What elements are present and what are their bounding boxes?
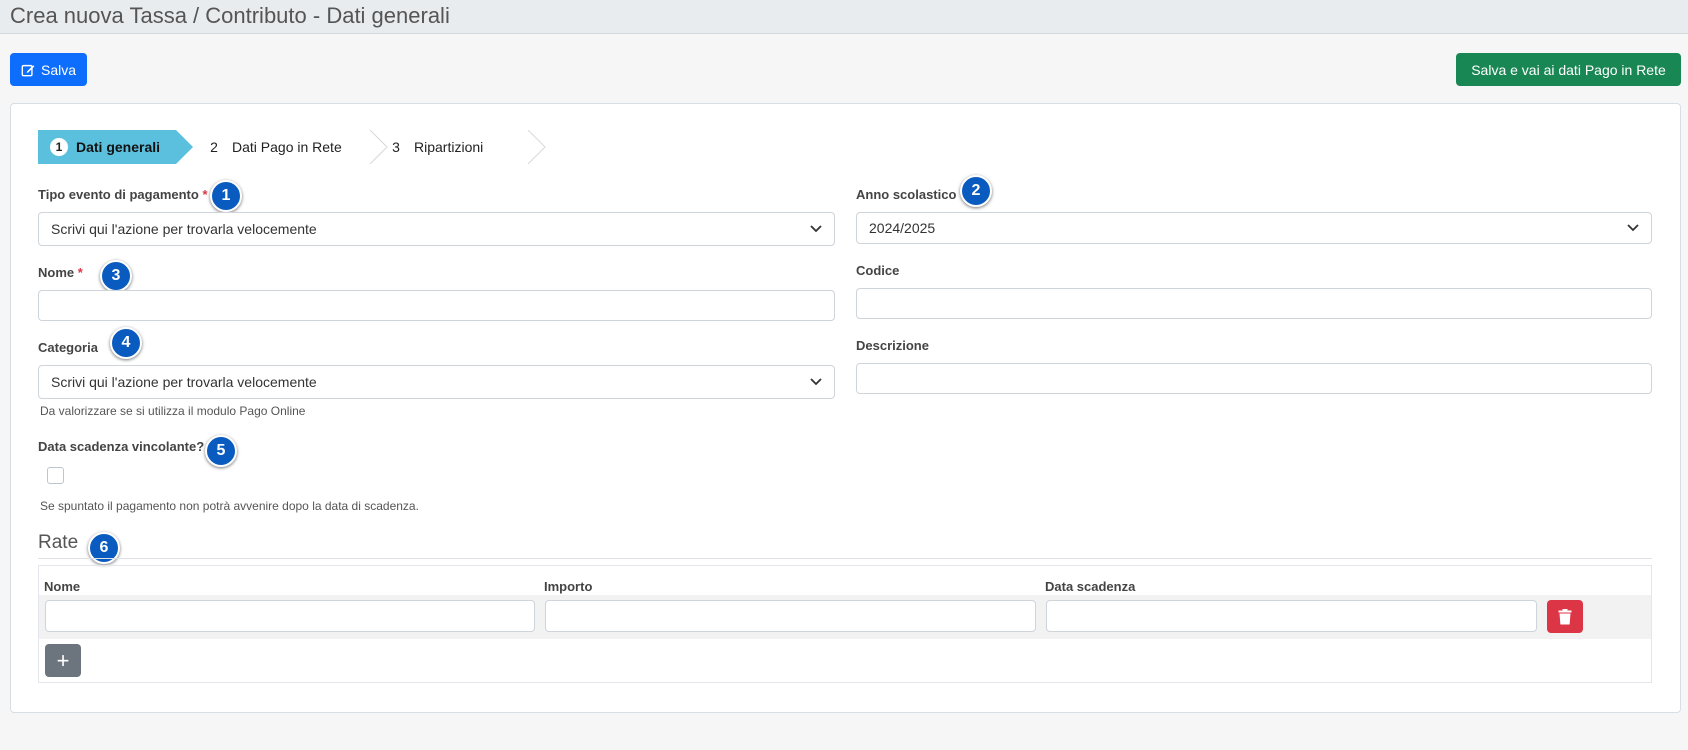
data-scadenza-vincolante-checkbox[interactable] bbox=[47, 467, 64, 484]
chevron-down-icon bbox=[1627, 224, 1639, 232]
save-button-label: Salva bbox=[40, 61, 77, 78]
anno-scolastico-label: Anno scolastico bbox=[856, 187, 957, 202]
save-and-go-pago-in-rete-button[interactable]: Salva e vai ai dati Pago in Rete bbox=[1456, 53, 1681, 86]
codice-label: Codice bbox=[856, 263, 900, 278]
step-label: Ripartizioni bbox=[414, 139, 484, 155]
step-arrow bbox=[176, 130, 193, 164]
categoria-label: Categoria bbox=[38, 340, 98, 355]
wizard-step-dati-generali[interactable]: 1 Dati generali bbox=[38, 130, 176, 164]
categoria-select[interactable]: Scrivi qui l'azione per trovarla velocem… bbox=[38, 365, 835, 399]
descrizione-input[interactable] bbox=[856, 363, 1652, 394]
step-number: 2 bbox=[210, 139, 218, 155]
step-label: Dati Pago in Rete bbox=[232, 139, 342, 155]
column-header-data-scadenza: Data scadenza bbox=[1045, 579, 1136, 594]
callout-badge-3: 3 bbox=[100, 260, 132, 292]
rate-section-title: Rate bbox=[38, 532, 79, 553]
wizard-step-dati-pago-in-rete[interactable]: 2 Dati Pago in Rete bbox=[200, 130, 380, 164]
edit-icon bbox=[21, 64, 35, 76]
nome-label: Nome * bbox=[38, 265, 83, 280]
rate-nome-input[interactable] bbox=[45, 600, 535, 632]
required-mark: * bbox=[202, 187, 208, 202]
step-number: 3 bbox=[392, 139, 400, 155]
trash-icon bbox=[1558, 608, 1572, 624]
required-mark: * bbox=[77, 265, 83, 280]
tipo-evento-label: Tipo evento di pagamento * bbox=[38, 187, 208, 202]
rate-data-scadenza-input[interactable] bbox=[1046, 600, 1537, 632]
column-header-importo: Importo bbox=[544, 579, 593, 594]
callout-badge-5: 5 bbox=[205, 435, 237, 467]
wizard-step-ripartizioni[interactable]: 3 Ripartizioni bbox=[378, 130, 528, 164]
tipo-evento-value: Scrivi qui l'azione per trovarla velocem… bbox=[51, 221, 317, 237]
descrizione-label: Descrizione bbox=[856, 338, 929, 353]
step-label: Dati generali bbox=[76, 139, 161, 155]
chevron-down-icon bbox=[810, 225, 822, 233]
tipo-evento-select[interactable]: Scrivi qui l'azione per trovarla velocem… bbox=[38, 212, 835, 246]
anno-scolastico-select[interactable]: 2024/2025 bbox=[856, 212, 1652, 244]
callout-badge-6: 6 bbox=[88, 532, 120, 564]
delete-row-button[interactable] bbox=[1547, 600, 1583, 633]
page-title: Crea nuova Tassa / Contributo - Dati gen… bbox=[10, 3, 450, 28]
page-header: Crea nuova Tassa / Contributo - Dati gen… bbox=[0, 0, 1688, 34]
categoria-value: Scrivi qui l'azione per trovarla velocem… bbox=[51, 374, 317, 390]
save-button[interactable]: Salva bbox=[10, 53, 87, 86]
add-row-button[interactable]: + bbox=[45, 644, 81, 677]
column-header-nome: Nome bbox=[44, 579, 81, 594]
callout-badge-2: 2 bbox=[960, 175, 992, 207]
nome-input[interactable] bbox=[38, 290, 835, 321]
step-number: 1 bbox=[50, 138, 68, 156]
rate-importo-input[interactable] bbox=[545, 600, 1036, 632]
categoria-help-text: Da valorizzare se si utilizza il modulo … bbox=[40, 404, 306, 418]
data-scadenza-help-text: Se spuntato il pagamento non potrà avven… bbox=[40, 499, 419, 513]
chevron-down-icon bbox=[810, 378, 822, 386]
anno-scolastico-value: 2024/2025 bbox=[869, 220, 936, 236]
callout-badge-1: 1 bbox=[210, 180, 242, 212]
codice-input[interactable] bbox=[856, 288, 1652, 319]
callout-badge-4: 4 bbox=[110, 327, 142, 359]
step-chevron-icon bbox=[527, 130, 546, 164]
rate-section-divider bbox=[38, 558, 1652, 559]
data-scadenza-vincolante-label: Data scadenza vincolante? bbox=[38, 439, 205, 454]
